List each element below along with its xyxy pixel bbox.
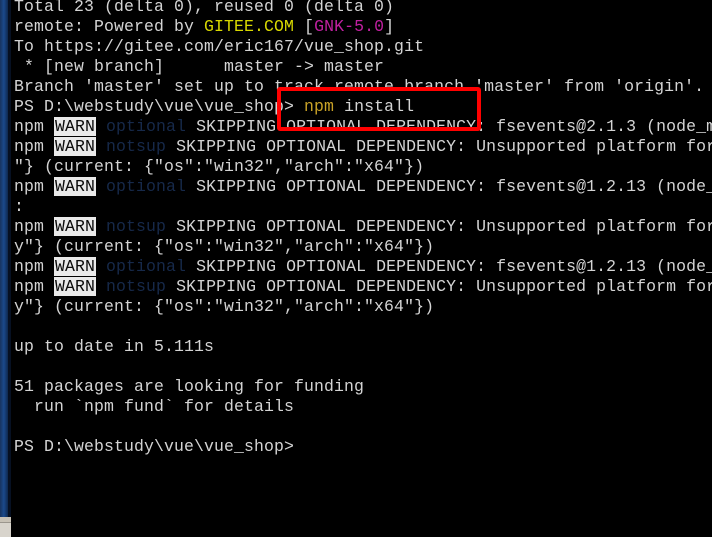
line-funding-run: run `npm fund` for details xyxy=(14,397,712,417)
line-blank-3-seg-0 xyxy=(14,417,24,436)
line-warn-optional-1: npm WARN optional SKIPPING OPTIONAL DEPE… xyxy=(14,117,712,137)
line-warn-notsup-2: npm WARN notsup SKIPPING OPTIONAL DEPEND… xyxy=(14,217,712,237)
line-warn-optional-2-seg-1: WARN xyxy=(54,177,97,196)
line-warn-notsup-3-seg-0: npm xyxy=(14,277,55,296)
line-blank-2-seg-0 xyxy=(14,357,24,376)
line-blank-2 xyxy=(14,357,712,377)
line-warn-optional-1-seg-4: SKIPPING OPTIONAL DEPENDENCY: fsevents@2… xyxy=(186,117,712,136)
line-warn-optional-3-seg-1: WARN xyxy=(54,257,97,276)
line-prompt-install-seg-1: npm xyxy=(304,97,335,116)
line-warn-notsup-2-seg-2 xyxy=(96,217,106,236)
line-warn-optional-3-seg-0: npm xyxy=(14,257,55,276)
line-funding-count-seg-0: 51 packages are looking for funding xyxy=(14,377,365,396)
line-to-url: To https://gitee.com/eric167/vue_shop.gi… xyxy=(14,37,712,57)
line-new-branch-seg-0: * [new branch] master -> master xyxy=(14,57,385,76)
line-up-to-date: up to date in 5.111s xyxy=(14,337,712,357)
line-warn-notsup-2-seg-4: SKIPPING OPTIONAL DEPENDENCY: Unsupporte… xyxy=(166,217,712,236)
line-up-to-date-seg-0: up to date in 5.111s xyxy=(14,337,215,356)
line-blank-3 xyxy=(14,417,712,437)
line-remote-powered-seg-4: ] xyxy=(384,17,395,36)
line-warn-optional-2: npm WARN optional SKIPPING OPTIONAL DEPE… xyxy=(14,177,712,197)
line-warn-optional-2-seg-0: npm xyxy=(14,177,55,196)
line-prompt-final-seg-0: PS D:\webstudy\vue\vue_shop> xyxy=(14,437,295,456)
line-blank-1 xyxy=(14,317,712,337)
line-warn-notsup-1-seg-4: SKIPPING OPTIONAL DEPENDENCY: Unsupporte… xyxy=(166,137,712,156)
line-warn-optional-1-seg-1: WARN xyxy=(54,117,97,136)
line-warn-optional-1-seg-3: optional xyxy=(106,117,187,136)
line-branch-track: Branch 'master' set up to track remote b… xyxy=(14,77,712,97)
line-remote-powered-seg-3: GNK-5.0 xyxy=(314,17,385,36)
line-total: Total 23 (delta 0), reused 0 (delta 0) xyxy=(14,0,712,17)
line-warn-notsup-2-seg-1: WARN xyxy=(54,217,97,236)
line-colon-seg-0: : xyxy=(14,197,25,216)
console-output-area[interactable]: Total 23 (delta 0), reused 0 (delta 0) re… xyxy=(11,0,712,537)
line-warn-optional-1-seg-2 xyxy=(96,117,106,136)
line-warn-optional-1-seg-0: npm xyxy=(14,117,55,136)
line-warn-optional-2-seg-3: optional xyxy=(106,177,187,196)
line-current-1-seg-0: "} (current: {"os":"win32","arch":"x64"}… xyxy=(14,157,425,176)
line-to-url-seg-0: To https://gitee.com/eric167/vue_shop.gi… xyxy=(14,37,425,56)
line-warn-notsup-1: npm WARN notsup SKIPPING OPTIONAL DEPEND… xyxy=(14,137,712,157)
line-warn-notsup-1-seg-0: npm xyxy=(14,137,55,156)
line-warn-notsup-1-seg-1: WARN xyxy=(54,137,97,156)
line-remote-powered-seg-2: [ xyxy=(294,17,315,36)
line-prompt-install-seg-0: PS D:\webstudy\vue\vue_shop> xyxy=(14,97,305,116)
line-current-2: y"} (current: {"os":"win32","arch":"x64"… xyxy=(14,237,712,257)
line-warn-optional-3: npm WARN optional SKIPPING OPTIONAL DEPE… xyxy=(14,257,712,277)
line-new-branch: * [new branch] master -> master xyxy=(14,57,712,77)
line-warn-notsup-1-seg-3: notsup xyxy=(106,137,167,156)
line-warn-notsup-3-seg-3: notsup xyxy=(106,277,167,296)
line-total-seg-0: Total 23 (delta 0), reused 0 (delta 0) xyxy=(14,0,395,16)
line-warn-notsup-3-seg-4: SKIPPING OPTIONAL DEPENDENCY: Unsupporte… xyxy=(166,277,712,296)
line-blank-1-seg-0 xyxy=(14,317,24,336)
line-branch-track-seg-0: Branch 'master' set up to track remote b… xyxy=(14,77,705,96)
console-lines: Total 23 (delta 0), reused 0 (delta 0) re… xyxy=(14,0,712,457)
line-warn-notsup-2-seg-0: npm xyxy=(14,217,55,236)
line-current-1: "} (current: {"os":"win32","arch":"x64"}… xyxy=(14,157,712,177)
line-colon: : xyxy=(14,197,712,217)
line-warn-optional-2-seg-2 xyxy=(96,177,106,196)
line-warn-notsup-3-seg-2 xyxy=(96,277,106,296)
line-warn-optional-3-seg-4: SKIPPING OPTIONAL DEPENDENCY: fsevents@1… xyxy=(186,257,712,276)
line-current-3: y"} (current: {"os":"win32","arch":"x64"… xyxy=(14,297,712,317)
line-warn-optional-3-seg-3: optional xyxy=(106,257,187,276)
line-prompt-install: PS D:\webstudy\vue\vue_shop> npm install xyxy=(14,97,712,117)
line-remote-powered: remote: Powered by GITEE.COM [GNK-5.0] xyxy=(14,17,712,37)
line-current-3-seg-0: y"} (current: {"os":"win32","arch":"x64"… xyxy=(14,297,435,316)
line-current-2-seg-0: y"} (current: {"os":"win32","arch":"x64"… xyxy=(14,237,435,256)
terminal-window: Total 23 (delta 0), reused 0 (delta 0) re… xyxy=(0,0,712,537)
line-remote-powered-seg-1: GITEE.COM xyxy=(204,17,295,36)
line-warn-optional-2-seg-4: SKIPPING OPTIONAL DEPENDENCY: fsevents@1… xyxy=(186,177,712,196)
line-warn-optional-3-seg-2 xyxy=(96,257,106,276)
line-prompt-install-seg-2: install xyxy=(334,97,415,116)
line-funding-run-seg-0: run `npm fund` for details xyxy=(14,397,295,416)
line-prompt-final: PS D:\webstudy\vue\vue_shop> xyxy=(14,437,712,457)
line-warn-notsup-2-seg-3: notsup xyxy=(106,217,167,236)
line-warn-notsup-3: npm WARN notsup SKIPPING OPTIONAL DEPEND… xyxy=(14,277,712,297)
line-funding-count: 51 packages are looking for funding xyxy=(14,377,712,397)
line-warn-notsup-1-seg-2 xyxy=(96,137,106,156)
window-left-border xyxy=(0,0,11,537)
line-warn-notsup-3-seg-1: WARN xyxy=(54,277,97,296)
line-remote-powered-seg-0: remote: Powered by xyxy=(14,17,205,36)
